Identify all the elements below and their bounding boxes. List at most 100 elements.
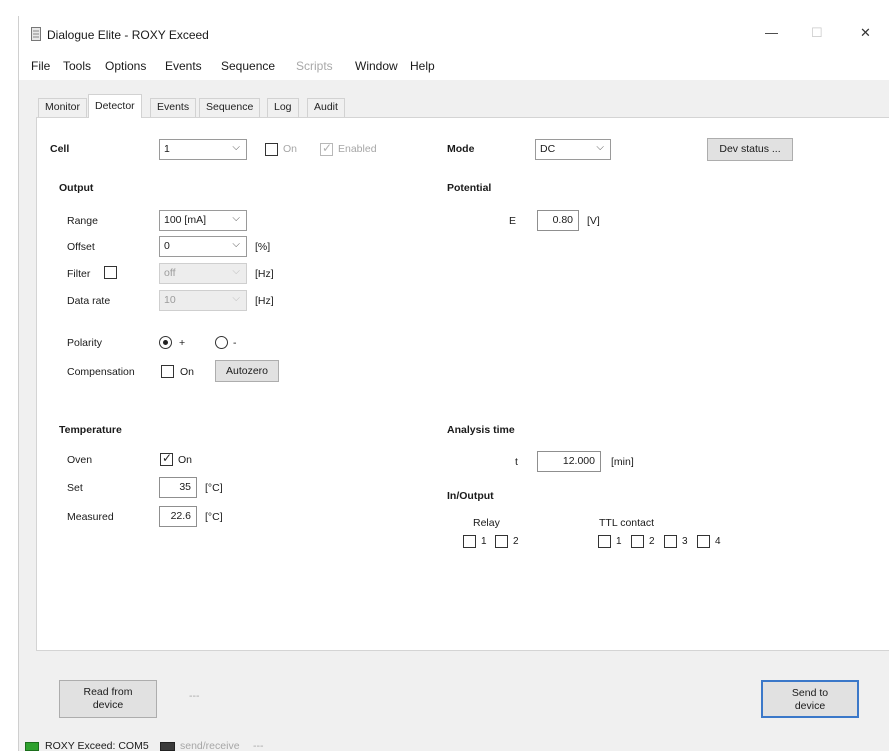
radio-selected-dot: [163, 340, 168, 345]
filter-unit: [Hz]: [255, 268, 274, 280]
relay-1-checkbox[interactable]: [463, 535, 476, 548]
relay-label: Relay: [473, 517, 500, 529]
ttl-2-checkbox[interactable]: [631, 535, 644, 548]
mode-select-value: DC: [540, 143, 556, 155]
offset-unit: [%]: [255, 241, 271, 253]
tab-strip: Monitor Detector Events Sequence Log Aud…: [19, 94, 889, 118]
measured-temperature-field: 22.6: [159, 506, 197, 527]
set-temperature-input[interactable]: 35: [159, 477, 197, 498]
connection-status-led: [25, 742, 39, 751]
data-rate-select[interactable]: 10 ⌵: [159, 290, 247, 311]
ttl-3-label: 3: [682, 536, 688, 547]
polarity-plus-label: +: [179, 337, 186, 349]
status-tail: ---: [253, 740, 264, 751]
activity-status-text: send/receive: [180, 740, 240, 751]
temperature-heading: Temperature: [59, 424, 122, 436]
app-window: Dialogue Elite - ROXY Exceed — ☐ ✕ File …: [18, 16, 889, 751]
filter-checkbox[interactable]: [104, 266, 117, 279]
bottom-separator: ---: [189, 690, 200, 702]
ttl-1-label: 1: [616, 536, 622, 547]
polarity-plus-radio[interactable]: [159, 336, 172, 349]
data-rate-label: Data rate: [67, 295, 111, 307]
send-to-device-line2: device: [794, 700, 826, 712]
chevron-down-icon: ⌵: [596, 142, 604, 153]
potential-heading: Potential: [447, 182, 492, 194]
polarity-minus-radio[interactable]: [215, 336, 228, 349]
title-bar: Dialogue Elite - ROXY Exceed — ☐ ✕: [19, 16, 889, 54]
read-from-device-line1: Read from: [83, 686, 133, 698]
range-select[interactable]: 100 [mA] ⌵: [159, 210, 247, 231]
minimize-button[interactable]: —: [765, 25, 778, 40]
tab-monitor[interactable]: Monitor: [38, 98, 88, 117]
range-select-value: 100 [mA]: [164, 214, 207, 226]
analysis-time-input[interactable]: 12.000: [537, 451, 601, 472]
offset-select-value: 0: [164, 240, 170, 252]
close-button[interactable]: ✕: [860, 25, 871, 41]
compensation-on-checkbox[interactable]: [161, 365, 174, 378]
enabled-label: Enabled: [338, 143, 377, 155]
relay-2-checkbox[interactable]: [495, 535, 508, 548]
connection-status-text: ROXY Exceed: COM5: [45, 740, 149, 751]
menu-file[interactable]: File: [31, 59, 50, 73]
tab-log[interactable]: Log: [267, 98, 299, 117]
activity-status-led: [160, 742, 175, 751]
cell-label: Cell: [50, 143, 70, 155]
range-label: Range: [67, 215, 98, 227]
compensation-on-label: On: [180, 366, 195, 378]
send-to-device-line1: Send to: [791, 687, 829, 699]
chevron-down-icon: ⌵: [232, 293, 240, 304]
read-from-device-button[interactable]: Read from device: [59, 680, 157, 718]
tab-detector[interactable]: Detector: [88, 94, 142, 118]
mode-select[interactable]: DC ⌵: [535, 139, 611, 160]
menu-events[interactable]: Events: [165, 59, 202, 73]
tab-events[interactable]: Events: [150, 98, 197, 117]
polarity-minus-label: -: [233, 337, 237, 349]
autozero-button[interactable]: Autozero: [215, 360, 279, 382]
ttl-4-label: 4: [715, 536, 721, 547]
compensation-label: Compensation: [67, 366, 135, 378]
menu-window[interactable]: Window: [355, 59, 398, 73]
output-heading: Output: [59, 182, 94, 194]
ttl-3-checkbox[interactable]: [664, 535, 677, 548]
filter-select[interactable]: off ⌵: [159, 263, 247, 284]
send-to-device-button[interactable]: Send to device: [761, 680, 859, 718]
potential-unit: [V]: [587, 215, 600, 227]
measured-unit: [°C]: [205, 511, 223, 523]
ttl-4-checkbox[interactable]: [697, 535, 710, 548]
cell-on-checkbox[interactable]: [265, 143, 278, 156]
tab-audit[interactable]: Audit: [307, 98, 345, 117]
ttl-2-label: 2: [649, 536, 655, 547]
menu-options[interactable]: Options: [105, 59, 146, 73]
enabled-checkbox[interactable]: ✓: [320, 141, 333, 156]
mode-label: Mode: [447, 143, 475, 155]
analysis-time-unit: [min]: [611, 456, 634, 468]
cell-select[interactable]: 1 ⌵: [159, 139, 247, 160]
maximize-button[interactable]: ☐: [811, 25, 823, 41]
oven-on-label: On: [178, 454, 193, 466]
dev-status-button[interactable]: Dev status ...: [707, 138, 793, 161]
relay-1-label: 1: [481, 536, 487, 547]
potential-e-input[interactable]: 0.80: [537, 210, 579, 231]
measured-label: Measured: [67, 511, 114, 523]
analysis-time-heading: Analysis time: [447, 424, 515, 436]
data-rate-select-value: 10: [164, 294, 176, 306]
window-title: Dialogue Elite - ROXY Exceed: [47, 28, 209, 42]
ttl-contact-label: TTL contact: [599, 517, 655, 529]
menu-scripts[interactable]: Scripts: [296, 59, 333, 73]
cell-on-label: On: [283, 143, 298, 155]
chevron-down-icon: ⌵: [232, 266, 240, 277]
tab-sequence[interactable]: Sequence: [199, 98, 261, 117]
offset-select[interactable]: 0 ⌵: [159, 236, 247, 257]
data-rate-unit: [Hz]: [255, 295, 274, 307]
oven-label: Oven: [67, 454, 93, 466]
check-icon: ✓: [322, 141, 333, 155]
offset-label: Offset: [67, 241, 95, 253]
menu-help[interactable]: Help: [410, 59, 435, 73]
ttl-1-checkbox[interactable]: [598, 535, 611, 548]
app-document-icon: [31, 27, 41, 41]
cell-select-value: 1: [164, 143, 170, 155]
menu-tools[interactable]: Tools: [63, 59, 91, 73]
menu-sequence[interactable]: Sequence: [221, 59, 275, 73]
set-label: Set: [67, 482, 83, 494]
oven-on-checkbox[interactable]: ✓: [160, 451, 173, 466]
